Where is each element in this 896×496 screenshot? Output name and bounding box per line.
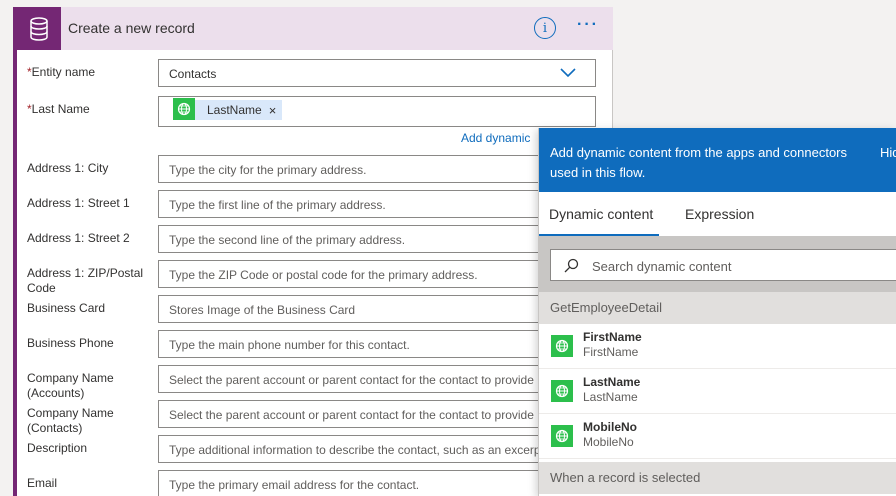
email-label: Email <box>27 476 58 490</box>
company-accounts-input[interactable]: Select the parent account or parent cont… <box>158 365 596 393</box>
dynamic-content-panel: Add dynamic content from the apps and co… <box>538 128 896 496</box>
search-input[interactable]: Search dynamic content <box>550 249 896 281</box>
street1-input[interactable]: Type the first line of the primary addre… <box>158 190 596 218</box>
description-label: Description <box>27 441 88 455</box>
street2-label: Address 1: Street 2 <box>27 231 130 245</box>
street2-input[interactable]: Type the second line of the primary addr… <box>158 225 596 253</box>
business-card-input[interactable]: Stores Image of the Business Card <box>158 295 596 323</box>
globe-icon <box>173 98 195 120</box>
panel-header: Add dynamic content from the apps and co… <box>539 128 896 192</box>
chevron-down-icon[interactable] <box>559 66 577 80</box>
entity-name-label: *Entity name <box>27 65 147 80</box>
panel-tabs: Dynamic content Expression <box>539 192 896 236</box>
card-title: Create a new record <box>68 20 195 36</box>
entity-name-value: Contacts <box>169 67 217 81</box>
create-record-card: Create a new record i ··· *Entity name C… <box>13 7 613 496</box>
search-icon <box>564 258 579 273</box>
street1-label: Address 1: Street 1 <box>27 196 130 210</box>
email-input[interactable]: Type the primary email address for the c… <box>158 470 596 496</box>
add-dynamic-content-link[interactable]: Add dynamic <box>461 131 530 145</box>
more-options-icon[interactable]: ··· <box>577 16 599 34</box>
tab-expression[interactable]: Expression <box>685 206 754 222</box>
last-name-label: *Last Name <box>27 102 147 117</box>
search-placeholder: Search dynamic content <box>592 259 732 274</box>
item-title: FirstName <box>583 330 642 344</box>
dynamic-item-mobileno[interactable]: MobileNo MobileNo <box>539 414 896 459</box>
search-area: Search dynamic content <box>539 236 896 292</box>
description-input[interactable]: Type additional information to describe … <box>158 435 596 463</box>
info-icon[interactable]: i <box>534 17 556 39</box>
panel-header-text: Add dynamic content from the apps and co… <box>550 145 848 180</box>
database-icon <box>17 7 61 50</box>
dynamic-item-lastname[interactable]: LastName LastName <box>539 369 896 414</box>
company-accounts-label: Company Name (Accounts) <box>27 371 114 400</box>
business-phone-input[interactable]: Type the main phone number for this cont… <box>158 330 596 358</box>
group-title: GetEmployeeDetail <box>550 300 662 315</box>
item-subtitle: LastName <box>583 390 638 404</box>
last-name-field[interactable]: LastName × <box>158 96 596 127</box>
close-icon[interactable]: × <box>269 103 277 118</box>
city-input[interactable]: Type the city for the primary address. <box>158 155 596 183</box>
entity-name-dropdown[interactable]: Contacts <box>158 59 596 87</box>
lastname-token[interactable]: LastName × <box>173 98 283 120</box>
item-subtitle: FirstName <box>583 345 639 359</box>
company-contacts-input[interactable]: Select the parent account or parent cont… <box>158 400 596 428</box>
group-title: When a record is selected <box>550 470 701 485</box>
globe-icon <box>551 380 573 402</box>
zip-input[interactable]: Type the ZIP Code or postal code for the… <box>158 260 596 288</box>
business-phone-label: Business Phone <box>27 336 114 350</box>
token-label: LastName <box>207 103 262 117</box>
tab-dynamic-content[interactable]: Dynamic content <box>549 206 653 222</box>
card-header[interactable]: Create a new record i ··· <box>17 7 613 50</box>
entity-name-label-text: Entity name <box>31 65 96 79</box>
company-contacts-label: Company Name (Contacts) <box>27 406 114 435</box>
globe-icon <box>551 425 573 447</box>
item-title: LastName <box>583 375 641 389</box>
dynamic-item-firstname[interactable]: FirstName FirstName <box>539 324 896 369</box>
item-subtitle: MobileNo <box>583 435 634 449</box>
zip-label: Address 1: ZIP/Postal Code <box>27 266 144 295</box>
group-header-record-selected: When a record is selected <box>539 462 896 494</box>
globe-icon <box>551 335 573 357</box>
business-card-label: Business Card <box>27 301 106 315</box>
item-title: MobileNo <box>583 420 637 434</box>
group-header-getemployeedetail: GetEmployeeDetail <box>539 292 896 324</box>
last-name-label-text: Last Name <box>31 102 90 116</box>
city-label: Address 1: City <box>27 161 109 175</box>
hide-button[interactable]: Hid <box>880 145 896 160</box>
